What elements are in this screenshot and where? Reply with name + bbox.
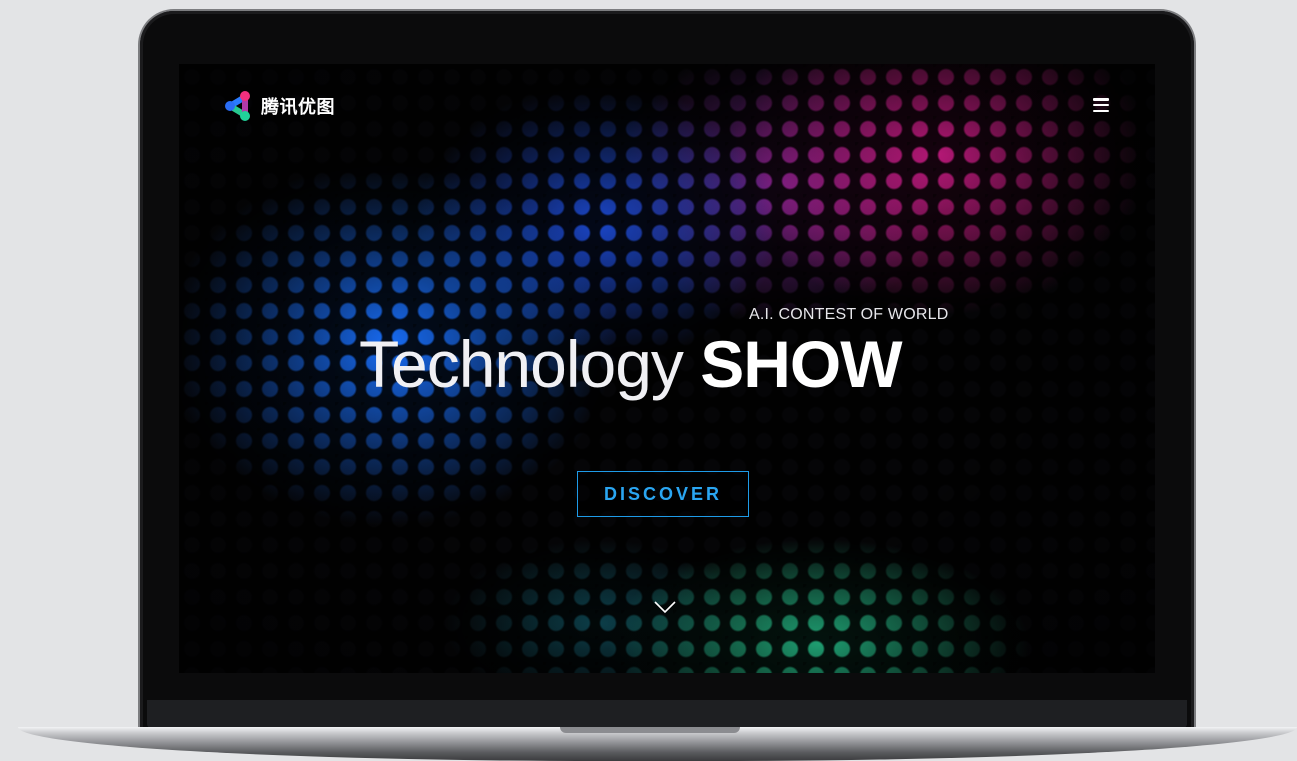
- menu-bar-top: [1093, 98, 1109, 101]
- brand-name: 腾讯优图: [261, 97, 335, 117]
- laptop-bezel-bottom: [147, 700, 1187, 728]
- laptop-screen: 腾讯优图 A.I. CONTEST OF WORLD Technology SH…: [179, 64, 1155, 673]
- hero-subtitle: A.I. CONTEST OF WORLD: [749, 306, 949, 323]
- menu-bar-bottom: [1093, 109, 1109, 112]
- hamburger-menu-icon[interactable]: [1093, 98, 1109, 112]
- menu-bar-middle: [1093, 103, 1109, 107]
- brand-logo[interactable]: 腾讯优图: [223, 90, 335, 122]
- hero-title: Technology SHOW: [359, 326, 903, 402]
- hero-title-light: Technology: [359, 327, 684, 401]
- laptop-base-notch: [560, 727, 740, 733]
- chevron-down-icon[interactable]: [653, 599, 677, 615]
- discover-button[interactable]: DISCOVER: [577, 471, 749, 517]
- page-background: 腾讯优图 A.I. CONTEST OF WORLD Technology SH…: [0, 0, 1297, 761]
- hero-title-bold: SHOW: [700, 327, 902, 401]
- tencent-youtu-logo-icon: [225, 91, 250, 121]
